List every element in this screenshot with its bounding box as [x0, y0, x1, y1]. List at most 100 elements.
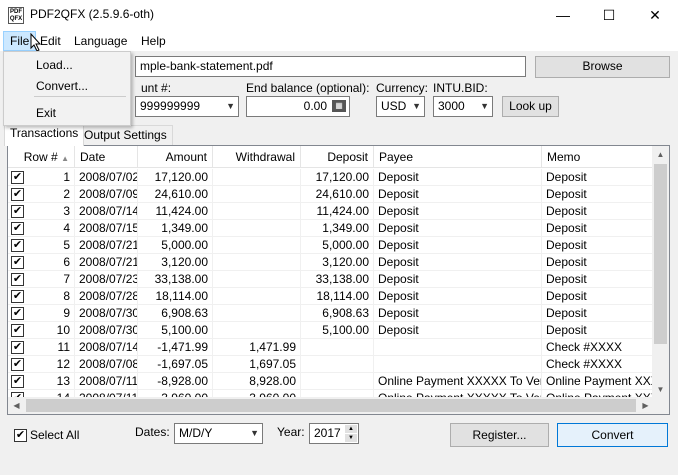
column-header-memo[interactable]: Memo	[542, 146, 657, 168]
calculator-icon[interactable]: ▦	[332, 100, 346, 112]
account-value: 999999999	[140, 99, 201, 113]
table-row[interactable]: ✔ 5 2008/07/21 5,000.00 5,000.00 Deposit Depos…	[8, 237, 657, 254]
scroll-right-icon[interactable]: ▶	[637, 397, 654, 414]
cell-memo: Deposit	[542, 220, 657, 237]
cell-deposit: 6,908.63	[301, 305, 374, 322]
column-header-withdrawal[interactable]: Withdrawal	[213, 146, 301, 168]
lookup-button[interactable]: Look up	[502, 96, 559, 117]
menu-help[interactable]: Help	[135, 31, 172, 51]
cell-payee: Deposit	[374, 186, 542, 203]
cell-row[interactable]: 11	[8, 339, 75, 356]
dates-format-select[interactable]: M/D/Y ▼	[174, 423, 263, 444]
vertical-scroll-thumb[interactable]	[654, 164, 667, 344]
table-row[interactable]: ✔ 8 2008/07/28 18,114.00 18,114.00 Deposit Dep…	[8, 288, 657, 305]
tab-output-settings[interactable]: Output Settings	[78, 125, 173, 145]
currency-label: Currency:	[376, 81, 429, 95]
menu-item-load[interactable]: Load...	[5, 55, 129, 75]
cell-row[interactable]: 1	[8, 169, 75, 186]
column-header-deposit[interactable]: Deposit	[301, 146, 374, 168]
intu-bid-value: 3000	[438, 99, 465, 113]
table-row[interactable]: ✔ 9 2008/07/30 6,908.63 6,908.63 Deposit Depos…	[8, 305, 657, 322]
menu-separator	[34, 96, 126, 97]
account-select[interactable]: 999999999 ▼	[135, 96, 239, 117]
cell-row[interactable]: 8	[8, 288, 75, 305]
table-row[interactable]: ✔ 1 2008/07/02 17,120.00 17,120.00 Deposit Dep…	[8, 169, 657, 186]
dates-label: Dates:	[135, 425, 170, 439]
cell-payee: Deposit	[374, 237, 542, 254]
chevron-down-icon: ▼	[226, 101, 235, 111]
currency-select[interactable]: USD ▼	[376, 96, 425, 117]
table-row[interactable]: ✔ 4 2008/07/15 1,349.00 1,349.00 Deposit Depos…	[8, 220, 657, 237]
cell-row[interactable]: 6	[8, 254, 75, 271]
cell-row[interactable]: 2	[8, 186, 75, 203]
cell-date: 2008/07/30	[75, 305, 138, 322]
cell-amount: 5,000.00	[138, 237, 213, 254]
cell-payee: Deposit	[374, 203, 542, 220]
cell-deposit: 1,349.00	[301, 220, 374, 237]
cell-deposit: 3,120.00	[301, 254, 374, 271]
cell-payee: Deposit	[374, 322, 542, 339]
column-header-amount[interactable]: Amount	[138, 146, 213, 168]
maximize-button[interactable]: ☐	[586, 0, 632, 31]
cell-row[interactable]: 12	[8, 356, 75, 373]
select-all-checkbox[interactable]: ✔	[14, 429, 27, 442]
year-spinner[interactable]: 2017 ▲ ▼	[309, 423, 359, 444]
table-row[interactable]: ✔ 13 2008/07/11 -8,928.00 8,928.00 Online Pay…	[8, 373, 657, 390]
cell-withdrawal: 8,928.00	[213, 373, 301, 390]
browse-button[interactable]: Browse	[535, 56, 670, 78]
register-button[interactable]: Register...	[450, 423, 549, 447]
table-row[interactable]: ✔ 12 2008/07/08 -1,697.05 1,697.05 Check #XXX…	[8, 356, 657, 373]
horizontal-scrollbar[interactable]: ◀ ▶	[8, 397, 669, 414]
account-label: unt #:	[141, 81, 172, 95]
column-header-payee[interactable]: Payee	[374, 146, 542, 168]
cell-date: 2008/07/15	[75, 220, 138, 237]
table-row[interactable]: ✔ 2 2008/07/09 24,610.00 24,610.00 Deposit Dep…	[8, 186, 657, 203]
table-row[interactable]: ✔ 11 2008/07/14 -1,471.99 1,471.99 Check #XXX…	[8, 339, 657, 356]
tab-transactions[interactable]: Transactions	[4, 123, 85, 146]
column-header-row[interactable]: Row # ▲	[8, 146, 75, 168]
cell-withdrawal	[213, 203, 301, 220]
cell-date: 2008/07/14	[75, 339, 138, 356]
horizontal-scroll-thumb[interactable]	[26, 399, 636, 412]
spin-up-icon[interactable]: ▲	[345, 425, 357, 433]
cell-row[interactable]: 5	[8, 237, 75, 254]
cell-row[interactable]: 3	[8, 203, 75, 220]
menu-item-convert[interactable]: Convert...	[5, 76, 129, 96]
scroll-up-icon[interactable]: ▲	[652, 146, 669, 163]
scroll-down-icon[interactable]: ▼	[652, 381, 669, 398]
cell-row[interactable]: 9	[8, 305, 75, 322]
cell-memo: Deposit	[542, 203, 657, 220]
intu-bid-select[interactable]: 3000 ▼	[433, 96, 493, 117]
vertical-scrollbar[interactable]: ▲ ▼	[652, 146, 669, 398]
cell-deposit: 5,100.00	[301, 322, 374, 339]
column-header-date[interactable]: Date	[75, 146, 138, 168]
cell-withdrawal	[213, 322, 301, 339]
table-row[interactable]: ✔ 6 2008/07/21 3,120.00 3,120.00 Deposit Depos…	[8, 254, 657, 271]
cell-amount: 18,114.00	[138, 288, 213, 305]
cell-date: 2008/07/28	[75, 288, 138, 305]
close-button[interactable]: ✕	[632, 0, 678, 31]
chevron-down-icon: ▼	[250, 428, 259, 438]
file-path-input[interactable]: mple-bank-statement.pdf	[135, 56, 526, 77]
cell-amount: 3,120.00	[138, 254, 213, 271]
cell-row[interactable]: 10	[8, 322, 75, 339]
cell-date: 2008/07/09	[75, 186, 138, 203]
end-balance-input[interactable]: 0.00 ▦	[246, 96, 350, 117]
table-row[interactable]: ✔ 3 2008/07/14 11,424.00 11,424.00 Deposit Dep…	[8, 203, 657, 220]
scroll-left-icon[interactable]: ◀	[8, 397, 25, 414]
window-title: PDF2QFX (2.5.9.6-oth)	[30, 7, 155, 21]
minimize-button[interactable]: —	[540, 0, 586, 31]
cell-deposit: 18,114.00	[301, 288, 374, 305]
cell-memo: Deposit	[542, 322, 657, 339]
cell-row[interactable]: 7	[8, 271, 75, 288]
cell-row[interactable]: 13	[8, 373, 75, 390]
menu-language[interactable]: Language	[68, 31, 133, 51]
cell-row[interactable]: 4	[8, 220, 75, 237]
spin-down-icon[interactable]: ▼	[345, 434, 357, 442]
menu-item-exit[interactable]: Exit	[5, 103, 129, 123]
convert-button[interactable]: Convert	[557, 423, 668, 447]
cell-withdrawal	[213, 254, 301, 271]
table-row[interactable]: ✔ 7 2008/07/23 33,138.00 33,138.00 Deposit Dep…	[8, 271, 657, 288]
table-row[interactable]: ✔ 10 2008/07/30 5,100.00 5,100.00 Deposit Depo…	[8, 322, 657, 339]
cell-date: 2008/07/11	[75, 373, 138, 390]
